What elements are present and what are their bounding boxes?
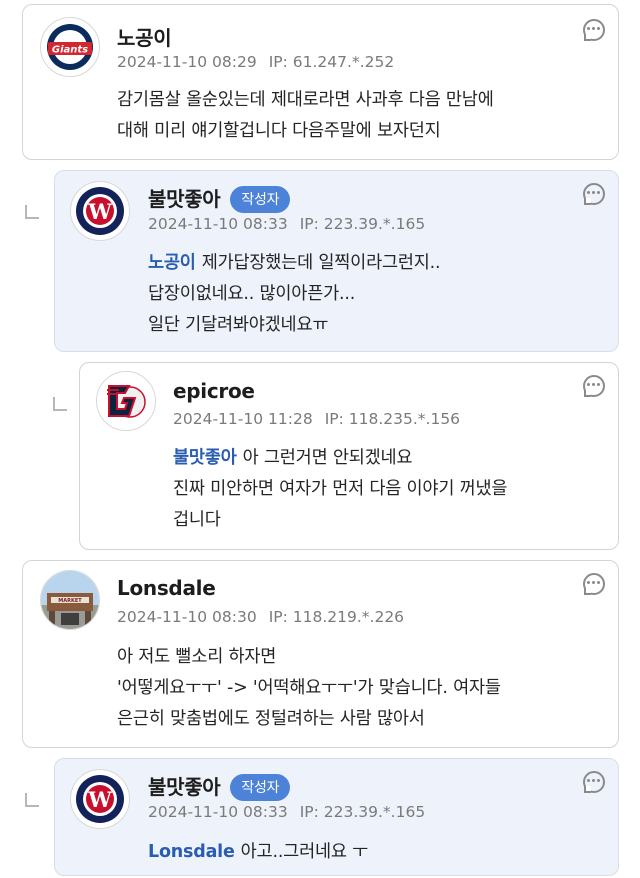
comment-options-icon[interactable] [583,573,605,595]
comment-line-text: 아고..그러네요 ㅜ [240,842,369,862]
comment-meta: 2024-11-10 11:28 IP: 118.235.*.156 [173,410,460,428]
author-name[interactable]: 불맛좋아 [148,775,221,799]
comment-line-text: 아 그런거면 안되겠네요 [242,448,413,468]
reply-card: W 불맛좋아 작성자 2024-11-10 08:33 IP: 223.39.*.1… [54,758,619,876]
svg-text:MARKET: MARKET [58,598,82,604]
nationals-logo-avatar[interactable]: W [70,181,130,241]
comment-line: 아 저도 뻘소리 하자면 [117,647,277,667]
comment-line: '어떻게요ㅜㅜ' -> '어떡해요ㅜㅜ'가 맞습니다. 여자들 [117,678,501,698]
comment-text: 불맛좋아 아 그런거면 안되겠네요 진짜 미안하면 여자가 먼저 다음 이야기 꺼… [173,443,507,536]
comment-date: 2024-11-10 08:33 [148,215,288,233]
comment-line: 불맛좋아 아 그런거면 안되겠네요 [173,443,507,474]
comment-date: 2024-11-10 08:30 [117,608,257,626]
comment-line: 대해 미리 얘기할겁니다 다음주말에 보자던지 [117,121,441,141]
svg-text:W: W [87,787,112,812]
comment-text: 노공이 제가답장했는데 일찍이라그런지.. 답장이없네요.. 많이아픈가... 일… [148,248,441,341]
comment-line: 은근히 맞춤법에도 정털려하는 사람 많아서 [117,709,425,729]
reply-card: W 불맛좋아 작성자 2024-11-10 08:33 IP: 223.39.*.1… [54,170,619,352]
comment-text: Lonsdale 아고..그러네요 ㅜ [148,837,368,868]
nationals-logo-avatar[interactable]: W [70,769,130,829]
comment-options-icon[interactable] [583,19,605,41]
comment-ip: IP: 118.219.*.226 [268,608,405,626]
comment-author[interactable]: Lonsdale [117,576,216,600]
comment-line-text: 제가답장했는데 일찍이라그런지.. [201,253,441,273]
comment-meta: 2024-11-10 08:29 IP: 61.247.*.252 [117,53,394,71]
comment-date: 2024-11-10 08:33 [148,803,288,821]
mention-link[interactable]: Lonsdale [148,842,235,862]
comment-text: 감기몸살 올순있는데 제대로라면 사과후 다음 만남에 대해 미리 얘기할겁니다… [117,85,494,147]
comment-options-icon[interactable] [583,183,605,205]
comment-card: Giants 노공이 2024-11-10 08:29 IP: 61.247.*.… [22,4,619,160]
comment-ip: IP: 118.235.*.156 [324,410,461,428]
comment-line: 답장이없네요.. 많이아픈가... [148,284,356,304]
comment-line: 진짜 미안하면 여자가 먼저 다음 이야기 꺼냈을 [173,479,508,499]
comment-author[interactable]: 불맛좋아 작성자 [148,183,291,213]
comment-line: 감기몸살 올순있는데 제대로라면 사과후 다음 만남에 [117,90,494,110]
comment-meta: 2024-11-10 08:30 IP: 118.219.*.226 [117,608,404,626]
comment-ip: IP: 223.39.*.165 [299,803,426,821]
mention-link[interactable]: 노공이 [148,253,196,273]
reply-arrow-icon [25,793,39,807]
comment-options-icon[interactable] [583,771,605,793]
author-name[interactable]: 불맛좋아 [148,187,221,211]
comment-line: Lonsdale 아고..그러네요 ㅜ [148,837,368,868]
comment-line: 일단 기달려봐야겠네요ㅠ [148,315,329,335]
comment-author[interactable]: 노공이 [117,22,172,51]
author-badge: 작성자 [230,186,291,213]
comment-author[interactable]: 불맛좋아 작성자 [148,771,291,801]
comment-card: MARKET Lonsdale 2024-11-10 08:30 IP: 118.… [22,560,619,748]
comment-text: 아 저도 뻘소리 하자면 '어떻게요ㅜㅜ' -> '어떡해요ㅜㅜ'가 맞습니다.… [117,642,501,735]
author-badge: 작성자 [230,774,291,801]
comment-line: 겁니다 [173,510,221,530]
comment-date: 2024-11-10 08:29 [117,53,257,71]
comment-author[interactable]: epicroe [173,379,255,403]
comment-meta: 2024-11-10 08:33 IP: 223.39.*.165 [148,803,425,821]
comment-line: 노공이 제가답장했는데 일찍이라그런지.. [148,248,441,279]
reply-arrow-icon [25,205,39,219]
guardians-logo-avatar[interactable] [96,371,156,431]
reply-arrow-icon [53,397,67,411]
comment-meta: 2024-11-10 08:33 IP: 223.39.*.165 [148,215,425,233]
comment-ip: IP: 61.247.*.252 [268,53,395,71]
comment-ip: IP: 223.39.*.165 [299,215,426,233]
giants-logo-avatar[interactable]: Giants [40,17,100,77]
reply-card: epicroe 2024-11-10 11:28 IP: 118.235.*.15… [79,362,619,550]
svg-text:Giants: Giants [52,45,88,56]
mention-link[interactable]: 불맛좋아 [173,448,237,468]
comment-date: 2024-11-10 11:28 [173,410,313,428]
svg-text:W: W [87,199,112,224]
stadium-photo-avatar[interactable]: MARKET [40,570,100,630]
comment-options-icon[interactable] [583,375,605,397]
